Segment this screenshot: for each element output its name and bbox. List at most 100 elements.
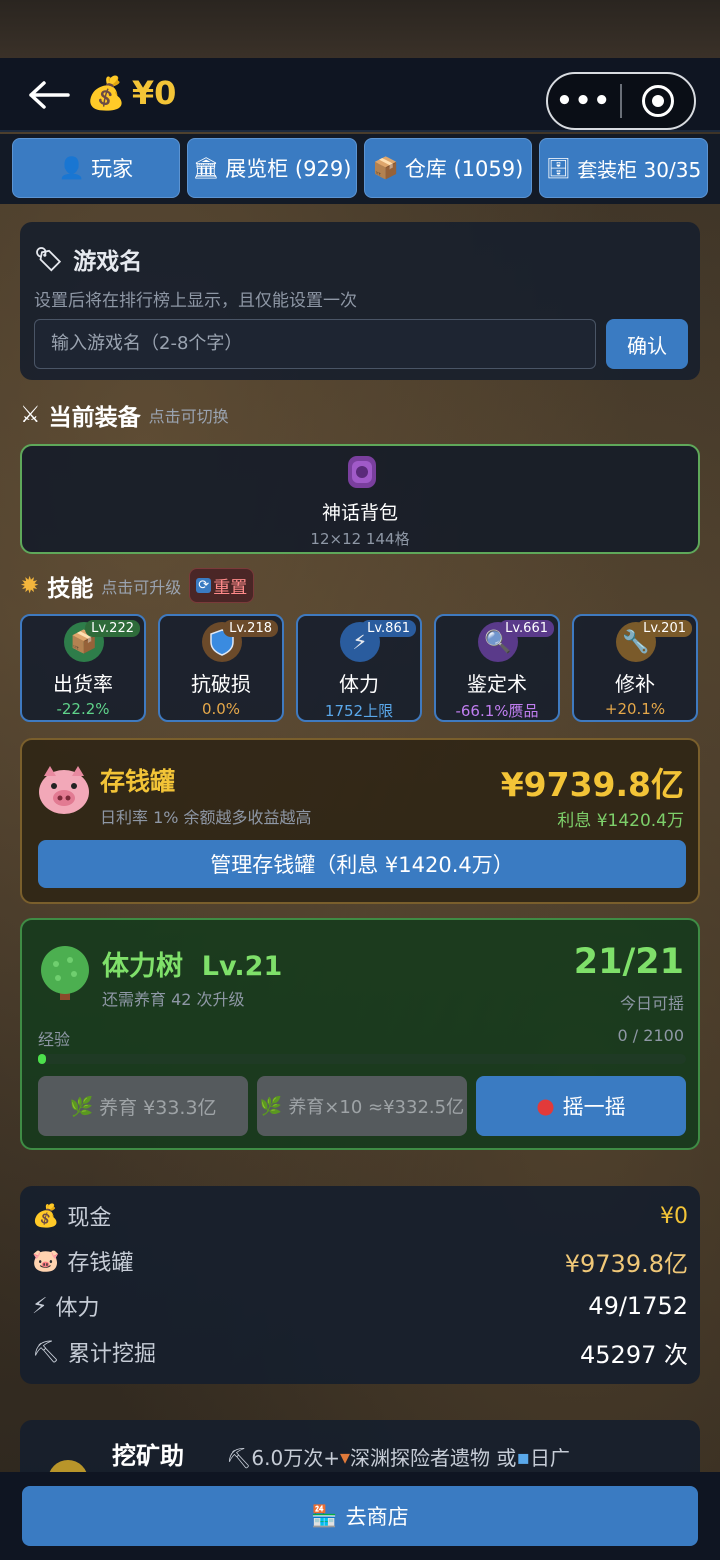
stat-value: ¥9739.8亿 [564, 1249, 688, 1278]
tab-label: 展览柜 (929) [225, 157, 352, 181]
tab-warehouse[interactable]: 📦 仓库 (1059) [364, 138, 532, 198]
skill-value: -22.2% [56, 700, 110, 718]
nurture-label: 养育 ¥33.3亿 [99, 1096, 217, 1119]
pig-icon [36, 764, 92, 816]
stats-card: 💰 现金 ¥0 🐷 存钱罐 ¥9739.8亿 ⚡ 体力 49/1752 ⛏ 累计挖掘 4… [20, 1186, 700, 1384]
back-arrow-icon[interactable] [26, 78, 70, 112]
shake-label: 摇一摇 [562, 1095, 626, 1119]
tree-desc: 还需养育 42 次升级 [102, 990, 245, 1009]
top-background [0, 0, 720, 58]
mini-program-capsule: ••• [546, 72, 696, 130]
skills-hint: 点击可升级 [101, 577, 182, 597]
swords-icon: ⚔ [20, 402, 41, 428]
box-icon: 📦 [372, 155, 399, 180]
skill-level: Lv.201 [637, 620, 692, 637]
stat-row-stamina: ⚡ 体力 49/1752 [32, 1286, 688, 1326]
exp-value: 0 / 2100 [617, 1026, 684, 1045]
game-name-card: 🏷 游戏名 设置后将在排行榜上显示，且仅能设置一次 输入游戏名（2-8个字） 确… [20, 222, 700, 380]
stat-label: 现金 [67, 1206, 112, 1231]
equipment-hint: 点击可切换 [148, 407, 229, 426]
stamina-tree-card: 体力树 Lv.21 还需养育 42 次升级 21/21 今日可摇 经验 0 / … [20, 918, 700, 1150]
stat-label: 累计挖掘 [67, 1342, 156, 1367]
exp-bar [38, 1054, 686, 1064]
skill-card-anti-damage[interactable]: Lv.218 抗破损 0.0% [158, 614, 284, 722]
nurture-10-label: 养育×10 ≈¥332.5亿 [288, 1097, 465, 1118]
tree-title: 体力树 Lv.21 [102, 951, 283, 982]
game-name-heading: 游戏名 [73, 249, 143, 275]
go-shop-button[interactable]: 🏪 去商店 [22, 1486, 698, 1546]
tab-showcase[interactable]: 🏛 展览柜 (929) [187, 138, 357, 198]
skill-name: 修补 [615, 672, 655, 696]
nurture-10-button[interactable]: 🌿 养育×10 ≈¥332.5亿 [257, 1076, 467, 1136]
more-icon[interactable]: ••• [548, 86, 620, 116]
nurture-button[interactable]: 🌿 养育 ¥33.3亿 [38, 1076, 248, 1136]
exp-label: 经验 [38, 1030, 71, 1049]
stat-label: 存钱罐 [67, 1251, 134, 1276]
skill-level: Lv.218 [223, 620, 278, 637]
museum-icon: 🏛 [192, 155, 220, 180]
skill-level: Lv.661 [499, 620, 554, 637]
piggy-interest: 利息 ¥1420.4万 [557, 811, 684, 831]
money-value: ¥0 [131, 74, 177, 112]
skill-card-appraisal[interactable]: 🔍 Lv.661 鉴定术 -66.1%赝品 [434, 614, 560, 722]
equipment-header: ⚔ 当前装备 点击可切换 [20, 398, 229, 432]
skill-card-stamina[interactable]: ⚡ Lv.861 体力 1752上限 [296, 614, 422, 722]
backpack-icon [342, 452, 382, 492]
cabinet-icon: 🗄 [545, 156, 572, 180]
money-display: 💰 ¥0 [86, 74, 176, 112]
skill-level: Lv.222 [85, 620, 140, 637]
sprout-icon: 🌿 [69, 1095, 94, 1118]
game-name-input[interactable]: 输入游戏名（2-8个字） [34, 319, 596, 369]
skill-card-output-rate[interactable]: 📦 Lv.222 出货率 -22.2% [20, 614, 146, 722]
relic-icon: ▾ [339, 1444, 351, 1469]
sun-icon: ✹ [20, 572, 40, 599]
stat-row-total-digs: ⛏ 累计挖掘 45297 次 [32, 1332, 688, 1372]
skill-level: Lv.861 [361, 620, 416, 637]
mining-desc-count: ⛏6.0万次+ [226, 1446, 340, 1470]
stat-value: ¥0 [660, 1203, 688, 1229]
user-icon: 👤 [58, 155, 86, 180]
stat-row-cash: 💰 现金 ¥0 [32, 1196, 688, 1236]
header: 💰 ¥0 ••• [0, 58, 720, 132]
manage-piggy-button[interactable]: 管理存钱罐（利息 ¥1420.4万） [38, 840, 686, 888]
skills-header: ✹ 技能 点击可升级 ⟳ 重置 [20, 568, 255, 603]
skill-value: -66.1%赝品 [455, 702, 539, 720]
game-name-title: 🏷 游戏名 [34, 242, 142, 276]
skill-value: +20.1% [604, 700, 666, 718]
reset-button[interactable]: ⟳ 重置 [189, 568, 255, 603]
mining-title: 挖矿助 [112, 1442, 184, 1470]
equipment-title: 当前装备 [48, 405, 141, 431]
pickaxe-icon: ⛏ [32, 1339, 60, 1365]
refresh-icon: ⟳ [196, 578, 212, 593]
tab-player[interactable]: 👤 玩家 [12, 138, 180, 198]
lightning-icon: ⚡ [32, 1293, 48, 1319]
tab-set-cabinet[interactable]: 🗄 套装柜 30/35 [539, 138, 708, 198]
skill-card-repair[interactable]: 🔧 Lv.201 修补 +20.1% [572, 614, 698, 722]
store-icon: 🏪 [311, 1503, 338, 1528]
stat-row-piggy: 🐷 存钱罐 ¥9739.8亿 [32, 1241, 688, 1281]
stat-value: 49/1752 [588, 1292, 688, 1320]
piggy-bank-card: 存钱罐 日利率 1% 余额越多收益越高 ¥9739.8亿 利息 ¥1420.4万… [20, 738, 700, 904]
tab-bar: 👤 玩家 🏛 展览柜 (929) 📦 仓库 (1059) 🗄 套装柜 30/35 [0, 134, 720, 204]
tab-label: 仓库 (1059) [404, 157, 524, 181]
close-target-icon[interactable] [622, 85, 694, 117]
skill-name: 体力 [339, 672, 379, 696]
equipment-desc: 12×12 144格 [310, 530, 410, 548]
equipment-slot[interactable]: 神话背包 12×12 144格 [20, 444, 700, 554]
tab-label: 玩家 [91, 157, 134, 181]
game-name-description: 设置后将在排行榜上显示，且仅能设置一次 [34, 291, 357, 311]
tree-count-label: 今日可摇 [619, 994, 684, 1013]
mining-desc-ad: 日广 [529, 1446, 570, 1470]
reset-label: 重置 [213, 578, 248, 598]
skill-value: 0.0% [201, 700, 241, 718]
apple-icon: ● [536, 1094, 555, 1118]
screen-icon: ▪ [516, 1444, 530, 1469]
stat-label: 体力 [55, 1296, 100, 1321]
skill-name: 鉴定术 [467, 672, 527, 696]
confirm-button[interactable]: 确认 [606, 319, 688, 369]
pig-icon: 🐷 [32, 1248, 60, 1274]
money-bag-icon: 💰 [86, 74, 126, 112]
tab-label: 套装柜 30/35 [577, 157, 702, 182]
shake-button[interactable]: ● 摇一摇 [476, 1076, 686, 1136]
tree-count: 21/21 [573, 942, 684, 982]
